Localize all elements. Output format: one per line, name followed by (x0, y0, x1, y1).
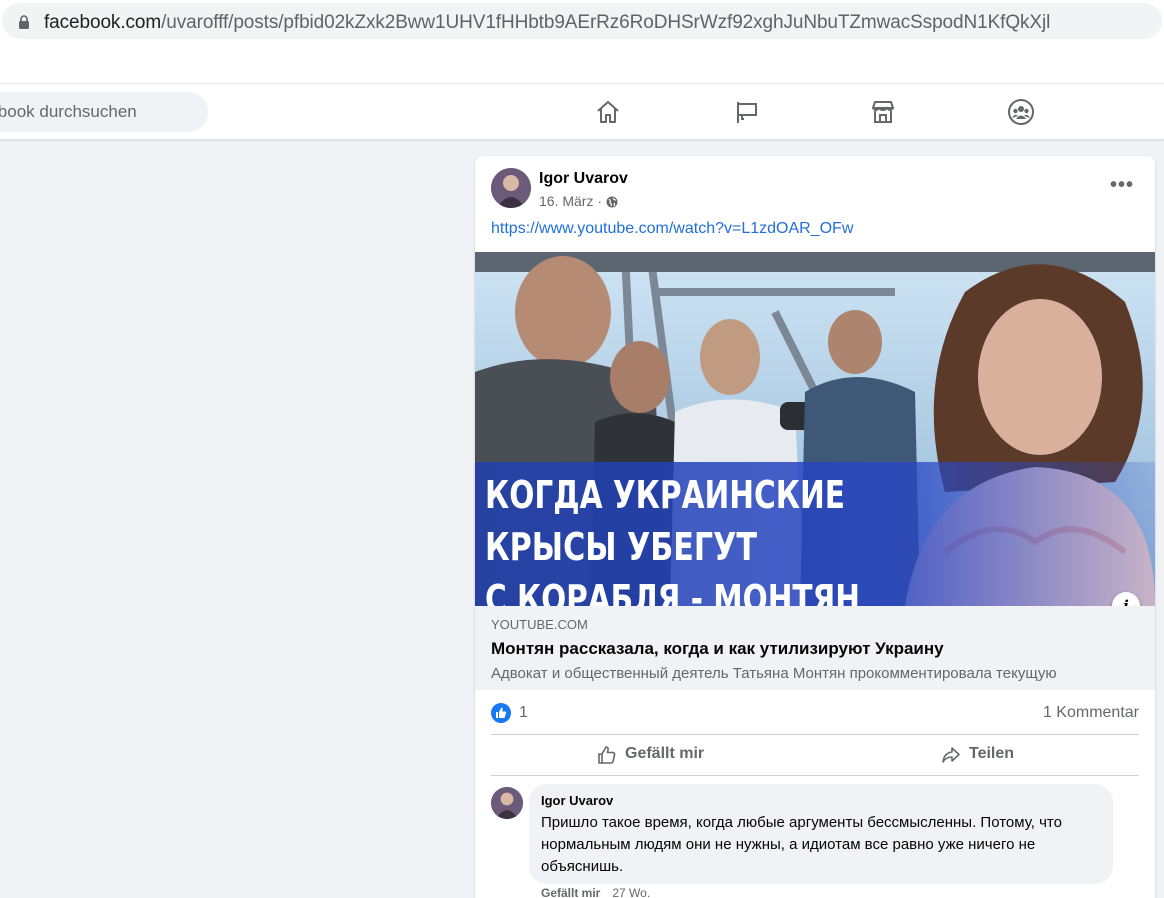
url-path: /uvarofff/posts/pfbid02kZxk2Bww1UHV1fHHb… (161, 12, 1051, 33)
groups-icon[interactable] (1007, 98, 1035, 126)
search-placeholder: Facebook durchsuchen (0, 102, 137, 121)
browser-toolbar: facebook.com/uvarofff/posts/pfbid02kZxk2… (0, 0, 1164, 42)
link-domain: YOUTUBE.COM (491, 617, 588, 632)
post-date[interactable]: 16. März · (539, 193, 602, 209)
thumbnail-caption-line: С КОРАБЛЯ - МОНТЯН (485, 577, 860, 606)
like-button[interactable]: Gefällt mir (597, 742, 737, 770)
comment-count[interactable]: 1 Kommentar (1043, 704, 1139, 722)
comment-actions: Gefällt mir 27 Wo. (541, 886, 650, 898)
divider (491, 734, 1139, 735)
bookmarks-bar (0, 42, 1164, 84)
link-preview-meta[interactable]: YOUTUBE.COM Монтян рассказала, когда и к… (475, 606, 1155, 690)
marketplace-icon[interactable] (869, 98, 897, 126)
comment-like-button[interactable]: Gefällt mir (541, 886, 600, 898)
author-avatar[interactable] (491, 168, 531, 208)
like-label: Gefällt mir (625, 745, 705, 762)
share-arrow-icon (942, 747, 960, 763)
avatar-image (491, 787, 523, 819)
avatar-image (491, 168, 531, 208)
thumbnail-image: КОГДА УКРАИНСКИЕ КРЫСЫ УБЕГУТ С КОРАБЛЯ … (475, 252, 1155, 606)
address-bar[interactable]: facebook.com/uvarofff/posts/pfbid02kZxk2… (2, 3, 1162, 39)
more-options-icon[interactable]: ••• (1110, 174, 1134, 197)
post-card: Igor Uvarov 16. März · ••• https://www.y… (475, 156, 1155, 898)
reaction-count[interactable]: 1 (519, 704, 528, 722)
link-description: Адвокат и общественный деятель Татьяна М… (491, 665, 1057, 682)
lock-icon (19, 15, 29, 29)
share-button[interactable]: Teilen (941, 742, 1041, 770)
home-icon[interactable] (594, 98, 622, 126)
url-host: facebook.com (44, 12, 162, 33)
post-link[interactable]: https://www.youtube.com/watch?v=L1zdOAR_… (491, 220, 853, 238)
like-reaction-icon[interactable] (491, 703, 511, 723)
thumbs-up-icon (598, 746, 616, 764)
reactions-summary: 1 1 Kommentar (491, 702, 1139, 726)
comment-author[interactable]: Igor Uvarov (541, 793, 613, 808)
search-input[interactable]: Facebook durchsuchen (0, 92, 208, 132)
globe-icon (606, 196, 618, 208)
pages-flag-icon[interactable] (733, 98, 761, 126)
divider (491, 775, 1139, 776)
link-preview-image[interactable]: КОГДА УКРАИНСКИЕ КРЫСЫ УБЕГУТ С КОРАБЛЯ … (475, 252, 1155, 606)
comment-bubble: Igor Uvarov Пришло такое время, когда лю… (529, 784, 1113, 884)
thumbnail-caption-line: КОГДА УКРАИНСКИЕ (485, 473, 845, 517)
url-text: facebook.com/uvarofff/posts/pfbid02kZxk2… (44, 12, 1050, 34)
comment-time[interactable]: 27 Wo. (612, 886, 650, 898)
share-label: Teilen (969, 745, 1015, 762)
thumbnail-caption-line: КРЫСЫ УБЕГУТ (485, 525, 757, 569)
comment-avatar[interactable] (491, 787, 523, 819)
facebook-top-nav: Facebook durchsuchen (0, 84, 1164, 140)
link-title: Монтян рассказала, когда и как утилизиру… (491, 639, 944, 658)
post-author[interactable]: Igor Uvarov (539, 170, 628, 188)
comment-text: Пришло такое время, когда любые аргумент… (541, 814, 1062, 875)
